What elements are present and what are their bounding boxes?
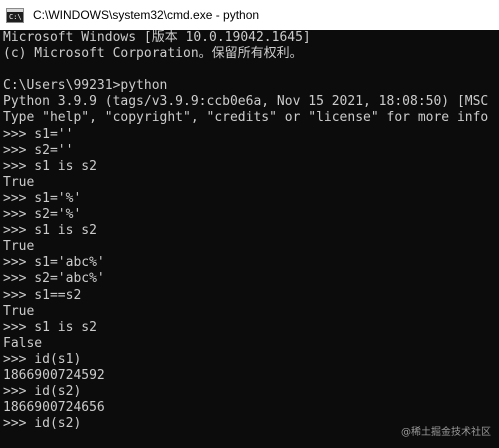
console-output[interactable]: Microsoft Windows [版本 10.0.19042.1645] (… bbox=[3, 30, 499, 448]
cmd-icon[interactable]: C:\ bbox=[6, 7, 24, 23]
console-line: Python 3.9.9 (tags/v3.9.9:ccb0e6a, Nov 1… bbox=[3, 94, 489, 110]
console-line: True bbox=[3, 239, 35, 255]
console-line: True bbox=[3, 303, 35, 319]
watermark: @稀土掘金技术社区 bbox=[401, 427, 491, 438]
console-line: >>> s2='%' bbox=[3, 207, 82, 223]
console-line: >>> s1==s2 bbox=[3, 287, 82, 303]
window-title: C:\WINDOWS\system32\cmd.exe - python bbox=[33, 8, 260, 22]
console-line: 1866900724656 bbox=[3, 400, 105, 416]
console-line: >>> s1='' bbox=[3, 126, 74, 142]
console-line: >>> s2='' bbox=[3, 142, 74, 158]
console-line: >>> s1 is s2 bbox=[3, 158, 97, 174]
cmd-icon-glyph: C:\ bbox=[9, 12, 22, 21]
console-line: False bbox=[3, 335, 43, 351]
console-line: Type "help", "copyright", "credits" or "… bbox=[3, 110, 489, 126]
cmd-window: C:\ C:\WINDOWS\system32\cmd.exe - python… bbox=[0, 0, 499, 448]
console-line: >>> s1 is s2 bbox=[3, 319, 97, 335]
console-line: (c) Microsoft Corporation。保留所有权利。 bbox=[3, 46, 303, 62]
console-line: >>> id(s1) bbox=[3, 351, 82, 367]
console-line: >>> s2='abc%' bbox=[3, 271, 105, 287]
console-line: >>> id(s2) bbox=[3, 384, 82, 400]
console-line: Microsoft Windows [版本 10.0.19042.1645] bbox=[3, 30, 311, 45]
console-line: >>> s1 is s2 bbox=[3, 223, 97, 239]
console-line: >>> s1='%' bbox=[3, 190, 82, 206]
console-line: 1866900724592 bbox=[3, 367, 105, 383]
console-line: True bbox=[3, 174, 35, 190]
console-line: C:\Users\99231>python bbox=[3, 78, 168, 94]
console-line: >>> s1='abc%' bbox=[3, 255, 105, 271]
title-bar[interactable]: C:\ C:\WINDOWS\system32\cmd.exe - python bbox=[0, 0, 499, 30]
